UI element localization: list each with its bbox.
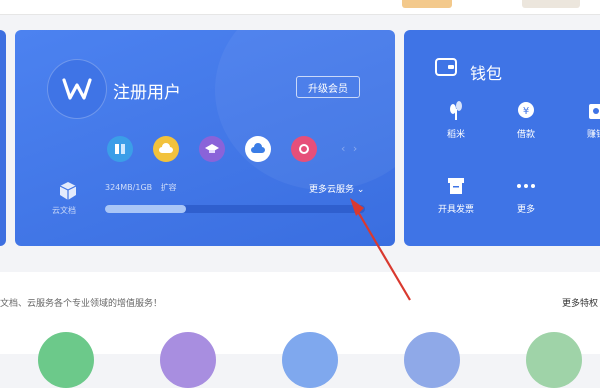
svg-text:¥: ¥	[523, 106, 529, 117]
more-privileges-link[interactable]: 更多特权	[562, 296, 598, 309]
service-2-icon[interactable]	[153, 136, 179, 162]
top-tab[interactable]	[522, 0, 580, 8]
feature-1-icon[interactable]	[38, 332, 94, 388]
feature-3-icon[interactable]	[282, 332, 338, 388]
service-1-icon[interactable]	[107, 136, 133, 162]
feature-5-icon[interactable]	[526, 332, 582, 388]
storage-progress-bar	[105, 205, 365, 213]
account-card: 注册用户 升级会员 ‹ › 云文档 324MB/1GB 扩容 更多云服务 ⌄	[15, 30, 395, 246]
wallet-item-label: 开具发票	[437, 205, 474, 215]
wallet-card: 钱包 稻米 ¥ 借款 赚钱 开具发票 更多	[404, 30, 600, 246]
rice-icon	[445, 100, 467, 122]
service-5-icon[interactable]	[291, 136, 317, 162]
storage-progress-fill	[105, 205, 186, 213]
wallet-item-label: 赚钱	[586, 130, 600, 140]
cube-icon[interactable]	[57, 180, 79, 202]
wallet-icon	[435, 58, 457, 76]
privileges-panel: 文档、云服务各个专业领域的增值服务！ 更多特权	[0, 272, 600, 388]
more-services-label: 更多云服务	[309, 185, 355, 195]
cloud-doc-label[interactable]: 云文档	[52, 205, 76, 216]
carousel-arrows-icon[interactable]: ‹ ›	[341, 142, 359, 155]
storage-usage: 324MB/1GB 扩容	[105, 182, 177, 193]
user-type-title: 注册用户	[113, 83, 181, 103]
feature-4-icon[interactable]	[404, 332, 460, 388]
wallet-item-label: 借款	[516, 130, 535, 140]
card-decoration	[215, 30, 395, 190]
invoice-icon	[445, 175, 467, 197]
wallet-item-earn[interactable]: 赚钱	[566, 100, 600, 140]
top-tab-highlight[interactable]	[402, 0, 452, 8]
expand-storage-link[interactable]: 扩容	[161, 183, 177, 192]
chevron-down-icon: ⌄	[356, 185, 365, 195]
wallet-item-invoice[interactable]: 开具发票	[426, 175, 486, 215]
wallet-item-label: 稻米	[446, 130, 465, 140]
feature-2-icon[interactable]	[160, 332, 216, 388]
graduation-cap-icon[interactable]	[199, 136, 225, 162]
earn-icon	[585, 100, 600, 122]
more-cloud-services-link[interactable]: 更多云服务 ⌄	[309, 182, 364, 195]
cloud-icon[interactable]	[245, 136, 271, 162]
wallet-item-loan[interactable]: ¥ 借款	[496, 100, 556, 140]
promo-text: 文档、云服务各个专业领域的增值服务！	[0, 299, 163, 309]
top-bar	[0, 0, 600, 15]
more-icon	[515, 175, 537, 197]
upgrade-membership-button[interactable]: 升级会员	[296, 76, 360, 98]
wallet-title: 钱包	[470, 64, 503, 83]
wps-logo-icon	[47, 59, 107, 119]
loan-icon: ¥	[515, 100, 537, 122]
storage-amount: 324MB/1GB	[105, 183, 153, 192]
wallet-item-rice[interactable]: 稻米	[426, 100, 486, 140]
previous-card-edge	[0, 30, 6, 246]
wallet-item-label: 更多	[516, 205, 535, 215]
wallet-item-more[interactable]: 更多	[496, 175, 556, 215]
wps-w-logo-icon	[62, 78, 92, 100]
